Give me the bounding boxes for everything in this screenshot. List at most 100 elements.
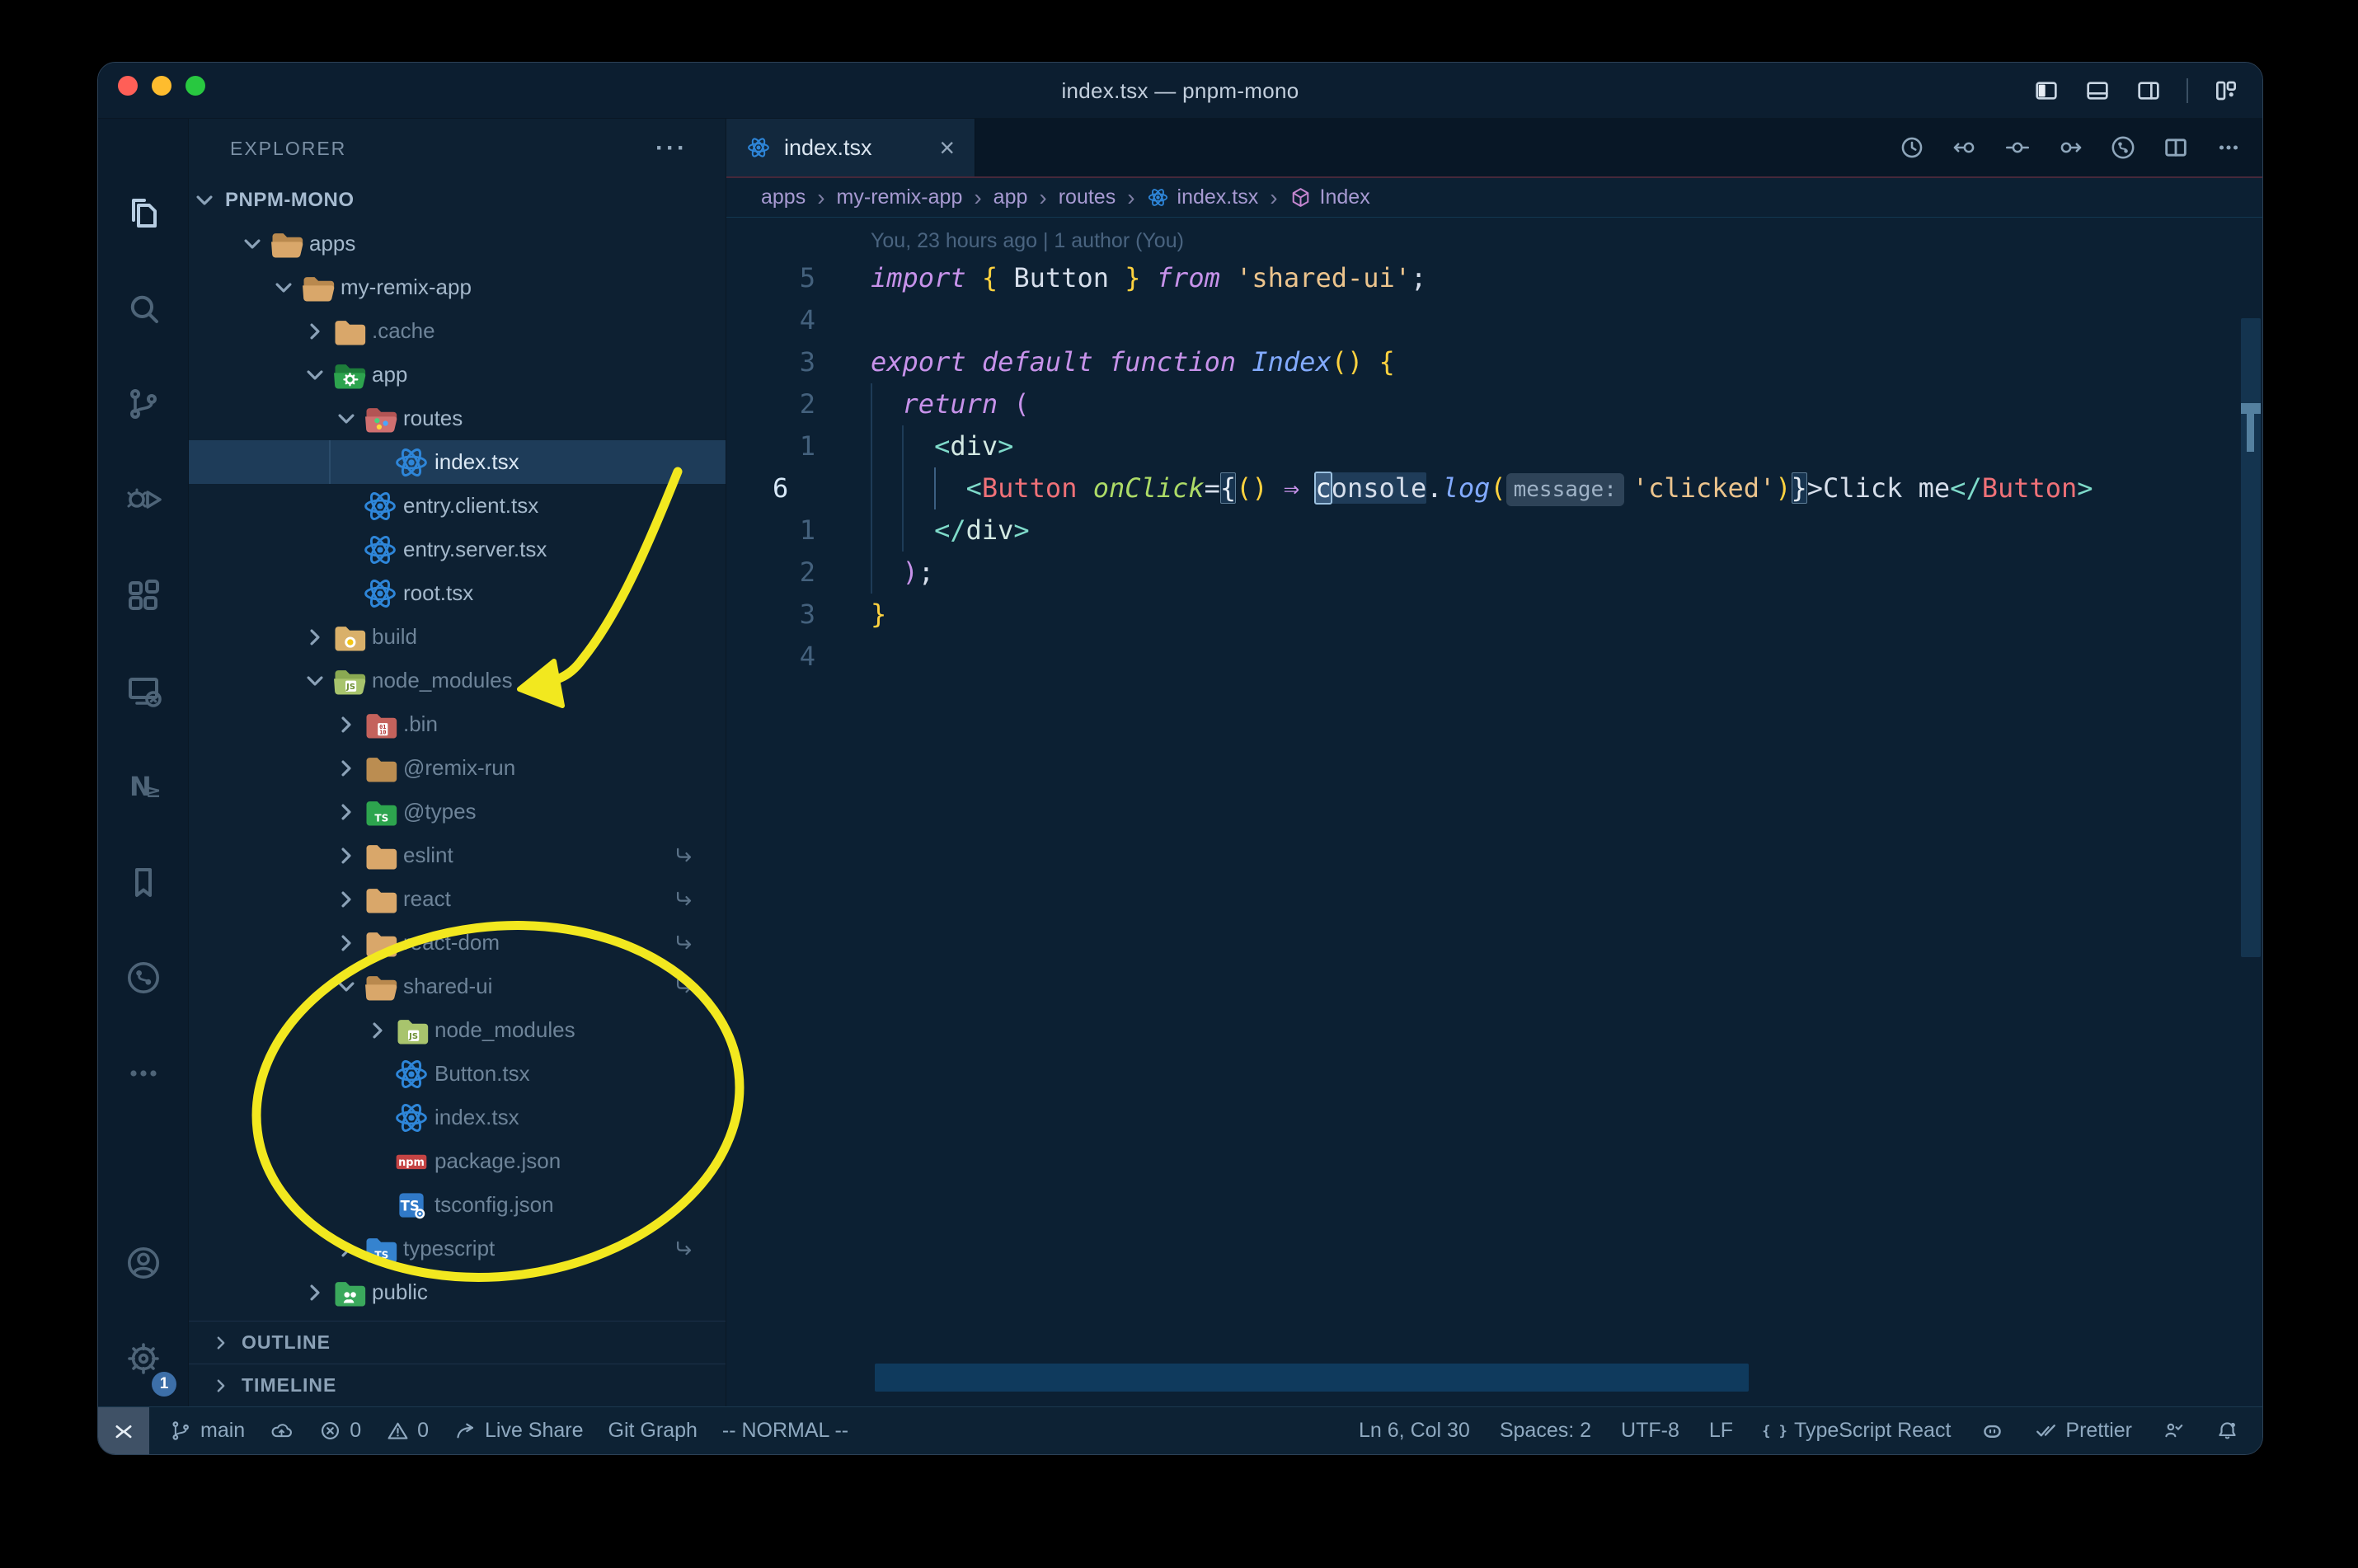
file-history-icon[interactable] (2109, 134, 2137, 162)
panel-left-icon[interactable] (2033, 77, 2060, 104)
chevron-down-icon[interactable] (299, 361, 331, 389)
tree-item[interactable]: @remix-run (189, 746, 726, 790)
tree-item[interactable]: entry.server.tsx (189, 528, 726, 571)
chevron-right-icon[interactable] (331, 754, 362, 782)
chevron-down-icon[interactable] (331, 973, 362, 1001)
code-line[interactable]: 2 return ( (726, 383, 2229, 425)
status-indentation[interactable]: Spaces: 2 (1500, 1419, 1591, 1443)
horizontal-scrollbar[interactable] (875, 1364, 1749, 1392)
tree-item[interactable]: react (189, 877, 726, 921)
chevron-right-icon[interactable] (331, 885, 362, 913)
tree-item[interactable]: index.tsx (189, 440, 726, 484)
chevron-down-icon[interactable] (299, 667, 331, 695)
status-problems-warnings[interactable]: 0 (386, 1419, 429, 1443)
breadcrumb-item[interactable]: routes (1059, 185, 1116, 209)
next-change-icon[interactable] (2056, 134, 2084, 162)
tree-item[interactable]: my-remix-app (189, 265, 726, 309)
status-git-graph[interactable]: Git Graph (608, 1419, 698, 1443)
activity-git-graph[interactable] (98, 930, 188, 1026)
history-icon[interactable] (1898, 134, 1926, 162)
activity-search[interactable] (98, 261, 188, 356)
chevron-right-icon[interactable] (299, 1279, 331, 1307)
change-icon[interactable] (2003, 134, 2032, 162)
status-git-branch[interactable]: main (169, 1419, 245, 1443)
status-live-share[interactable]: Live Share (453, 1419, 584, 1443)
panel-bottom-icon[interactable] (2084, 77, 2111, 104)
tree-item[interactable]: .cache (189, 309, 726, 353)
tree-item[interactable]: entry.client.tsx (189, 484, 726, 528)
chevron-right-icon[interactable] (331, 842, 362, 870)
activity-source-control[interactable] (98, 356, 188, 452)
tree-item[interactable]: index.tsx (189, 1096, 726, 1139)
split-icon[interactable] (2162, 134, 2190, 162)
status-vim-mode[interactable]: -- NORMAL -- (722, 1419, 848, 1443)
tree-item[interactable]: TS tsconfig.json (189, 1183, 726, 1227)
code-line[interactable]: 4 (726, 299, 2229, 341)
prev-change-icon[interactable] (1951, 134, 1979, 162)
tree-item[interactable]: shared-ui (189, 965, 726, 1008)
chevron-right-icon[interactable] (299, 623, 331, 651)
chevron-down-icon[interactable] (268, 274, 299, 302)
status-copilot[interactable] (1980, 1419, 2004, 1443)
tree-item[interactable]: eslint (189, 833, 726, 877)
explorer-more-actions-icon[interactable]: ··· (655, 134, 688, 162)
layout-icon[interactable] (2213, 77, 2239, 104)
breadcrumb-item[interactable]: Index (1289, 185, 1370, 209)
activity-accounts[interactable] (98, 1215, 188, 1311)
tree-item[interactable]: routes (189, 397, 726, 440)
activity-more-views[interactable] (98, 1026, 188, 1121)
tree-item[interactable]: TS typescript (189, 1227, 726, 1270)
activity-neovim[interactable]: N ≥ (98, 739, 188, 834)
status-sync-changes[interactable] (270, 1419, 294, 1443)
status-eol[interactable]: LF (1709, 1419, 1733, 1443)
more-icon[interactable] (2215, 134, 2243, 162)
status-notifications[interactable] (2215, 1419, 2239, 1443)
chevron-right-icon[interactable] (331, 798, 362, 826)
tree-item[interactable]: Button.tsx (189, 1052, 726, 1096)
panel-outline[interactable]: OUTLINE (189, 1321, 726, 1364)
tree-item[interactable]: JS node_modules (189, 1008, 726, 1052)
status-encoding[interactable]: UTF-8 (1621, 1419, 1679, 1443)
panel-right-icon[interactable] (2135, 77, 2162, 104)
code-editor[interactable]: You, 23 hours ago | 1 author (You) 5 impo… (726, 218, 2262, 1406)
status-problems-errors[interactable]: 0 (318, 1419, 361, 1443)
activity-settings[interactable]: 1 (98, 1311, 188, 1406)
breadcrumb-item[interactable]: my-remix-app (837, 185, 963, 209)
status-language-mode[interactable]: { } TypeScript React (1763, 1419, 1951, 1443)
breadcrumb-item[interactable]: index.tsx (1147, 185, 1258, 209)
tree-item[interactable]: react-dom (189, 921, 726, 965)
activity-explorer[interactable] (98, 165, 188, 261)
code-line[interactable]: 6 <Button onClick={() ⇒ console.log(mess… (726, 467, 2229, 509)
code-line[interactable]: 2 ); (726, 552, 2229, 594)
status-cursor-position[interactable]: Ln 6, Col 30 (1359, 1419, 1470, 1443)
status-formatter[interactable]: Prettier (2034, 1419, 2132, 1443)
tree-item[interactable]: apps (189, 222, 726, 265)
tab-index-tsx[interactable]: index.tsx × (726, 119, 975, 176)
activity-bookmarks[interactable] (98, 834, 188, 930)
code-line[interactable]: 1 <div> (726, 425, 2229, 467)
chevron-right-icon[interactable] (362, 1016, 393, 1045)
chevron-down-icon[interactable] (237, 230, 268, 258)
tree-item[interactable]: app (189, 353, 726, 397)
status-feedback[interactable] (2162, 1419, 2186, 1443)
tree-item[interactable]: npm package.json (189, 1139, 726, 1183)
tree-item[interactable]: 01 10 .bin (189, 702, 726, 746)
chevron-right-icon[interactable] (331, 1235, 362, 1263)
code-line[interactable]: 3 export default function Index() { (726, 341, 2229, 383)
tree-item[interactable]: TS @types (189, 790, 726, 833)
chevron-down-icon[interactable] (331, 405, 362, 433)
tree-item[interactable]: root.tsx (189, 571, 726, 615)
panel-timeline[interactable]: TIMELINE (189, 1364, 726, 1406)
workspace-section-header[interactable]: PNPM-MONO (189, 178, 726, 222)
code-line[interactable]: 5 import { Button } from 'shared-ui'; (726, 257, 2229, 299)
breadcrumb-item[interactable]: apps (761, 185, 806, 209)
tree-item[interactable]: build (189, 615, 726, 659)
remote-indicator[interactable] (98, 1407, 149, 1454)
chevron-right-icon[interactable] (331, 711, 362, 739)
activity-run-debug[interactable] (98, 452, 188, 547)
tree-item[interactable]: JS node_modules (189, 659, 726, 702)
activity-remote-explorer[interactable] (98, 643, 188, 739)
activity-extensions[interactable] (98, 547, 188, 643)
code-line[interactable]: 1 </div> (726, 509, 2229, 552)
breadcrumb-item[interactable]: app (993, 185, 1028, 209)
